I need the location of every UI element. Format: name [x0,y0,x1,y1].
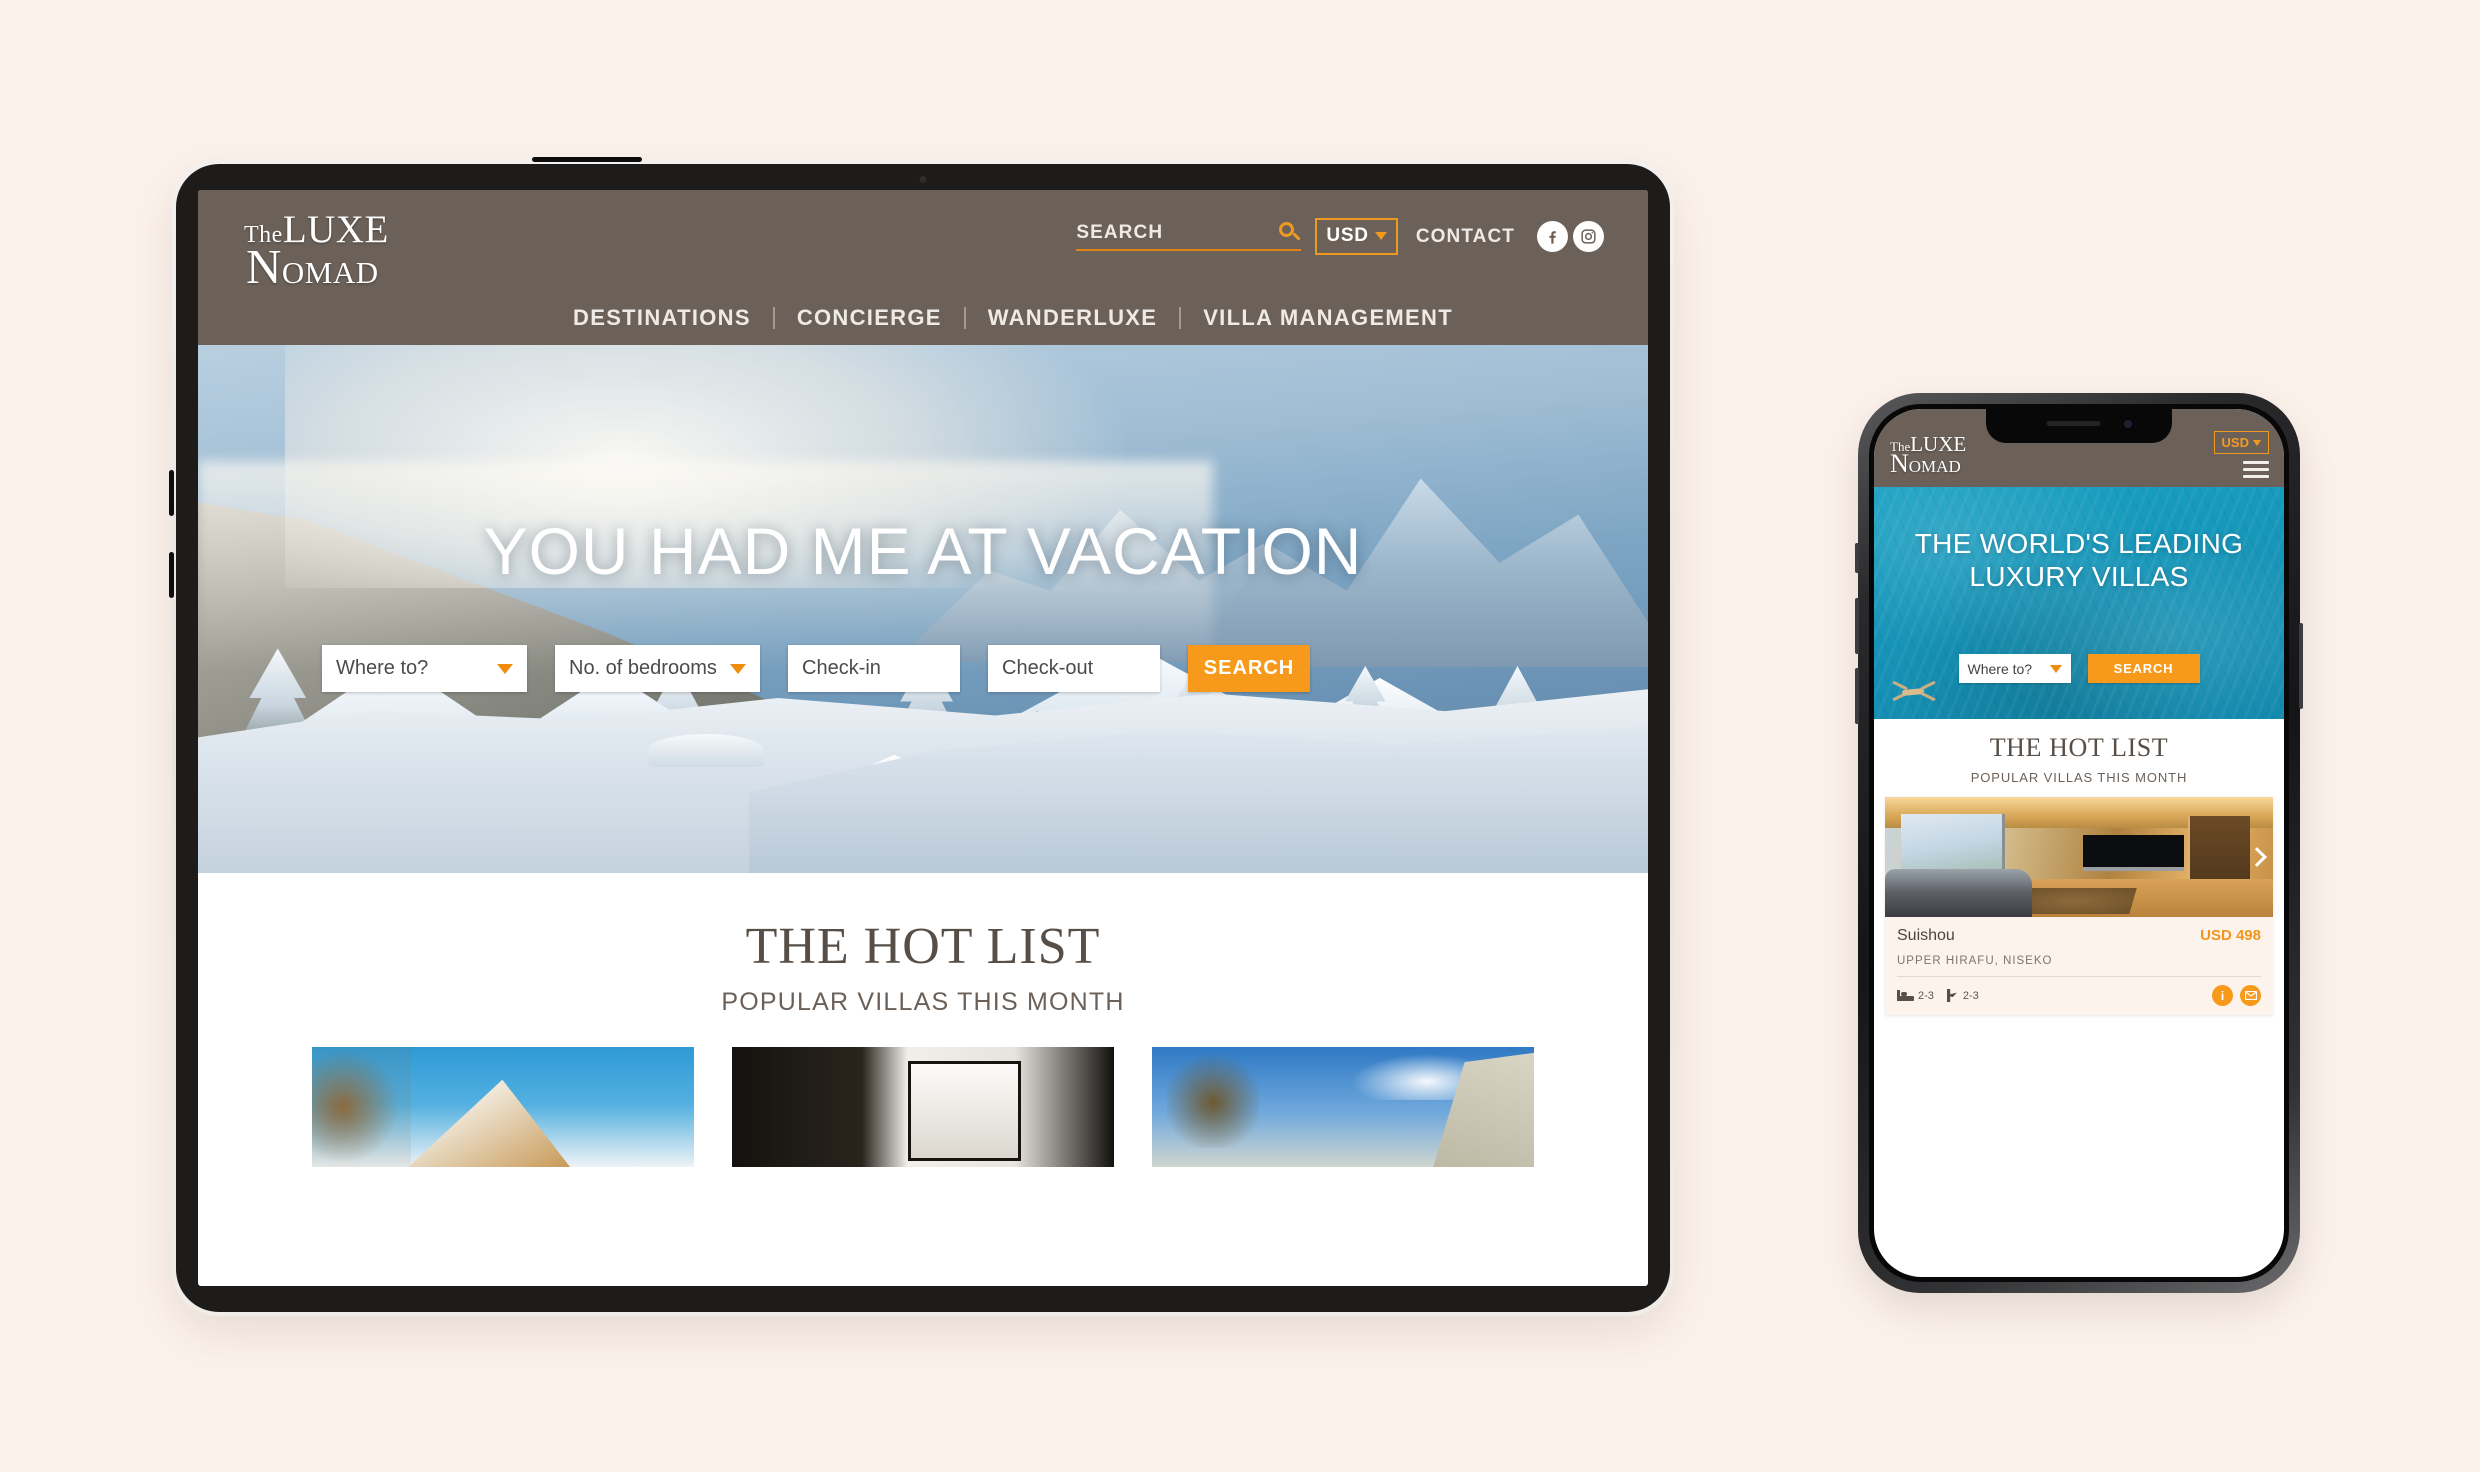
phone-volume-up-button[interactable] [1855,598,1859,654]
mobile-hero-title: THE WORLD'S LEADING LUXURY VILLAS [1914,528,2244,593]
tablet-volume-up-button[interactable] [169,470,174,516]
logo-nomad-rest: OMAD [281,254,379,290]
main-navigation: DESTINATIONS CONCIERGE WANDERLUXE VILLA … [198,305,1648,331]
hot-list-section: THE HOT LIST POPULAR VILLAS THIS MONTH [198,873,1648,1167]
checkin-field[interactable]: Check-in [788,645,960,692]
bed-icon [1897,990,1914,1001]
header-utilities: SEARCH USD CONTACT [1076,218,1604,255]
tablet-device: TheLUXE NOMAD SEARCH USD CONTACT DESTINA… [169,157,1674,1316]
hero-title: YOU HAD ME AT VACATION [483,514,1363,588]
bedrooms-select[interactable]: No. of bedrooms [555,645,760,692]
logo-nomad-n: N [1890,448,1909,478]
nav-item-villa-management[interactable]: VILLA MANAGEMENT [1181,305,1475,331]
contact-link[interactable]: CONTACT [1416,226,1515,248]
phone-device: TheLUXE NOMAD USD THE WORLD'S LEADING LU… [1855,393,2303,1293]
mobile-currency-selector[interactable]: USD [2213,431,2269,454]
search-button[interactable]: SEARCH [1188,645,1310,692]
hero-section: YOU HAD ME AT VACATION Where to? No. of … [198,345,1648,873]
nav-item-destinations[interactable]: DESTINATIONS [551,305,773,331]
search-label: SEARCH [1076,222,1164,243]
mobile-search-form: Where to? SEARCH [1874,654,2284,683]
divider [1897,976,2261,977]
villa-name: Suishou [1897,927,1955,944]
villa-card-actions: i [2212,985,2261,1006]
search-input[interactable]: SEARCH [1076,222,1302,251]
villa-price: USD 498 [2200,927,2261,944]
phone-power-button[interactable] [2299,623,2303,709]
tablet-front-camera [919,176,927,183]
where-to-value: Where to? [1967,660,2033,677]
checkout-placeholder: Check-out [1002,657,1094,679]
mobile-hot-list-title: THE HOT LIST [1989,733,2169,762]
phone-screen: TheLUXE NOMAD USD THE WORLD'S LEADING LU… [1874,409,2284,1277]
mobile-where-to-select[interactable]: Where to? [1958,654,2071,683]
phone-volume-down-button[interactable] [1855,668,1859,724]
chevron-down-icon [2253,439,2261,446]
villa-location: UPPER HIRAFU, NISEKO [1897,955,2053,967]
nav-item-wanderluxe[interactable]: WANDERLUXE [966,305,1179,331]
villa-bedrooms-spec: 2-3 [1897,990,1934,1002]
instagram-icon[interactable] [1573,221,1604,252]
currency-selector[interactable]: USD [1315,218,1398,255]
villa-card-image [1885,797,2273,917]
villa-guests-value: 2-3 [1962,989,1979,1002]
chevron-down-icon [730,663,746,674]
where-to-value: Where to? [336,657,429,679]
villa-thumb-card[interactable] [312,1047,694,1167]
mail-icon[interactable] [2240,985,2261,1006]
checkout-field[interactable]: Check-out [988,645,1160,692]
hot-list-cards [198,1047,1648,1167]
where-to-select[interactable]: Where to? [322,645,527,692]
phone-mute-switch[interactable] [1855,543,1859,573]
tablet-screen: TheLUXE NOMAD SEARCH USD CONTACT DESTINA… [198,190,1648,1286]
checkin-placeholder: Check-in [802,657,881,679]
hero-background-image [198,345,1648,873]
swimmer-figure [1890,680,1938,703]
currency-value: USD [1326,225,1369,246]
phone-front-camera [2124,420,2132,428]
logo-nomad-rest: OMAD [1908,456,1961,476]
currency-value: USD [2221,435,2249,450]
tablet-bezel: TheLUXE NOMAD SEARCH USD CONTACT DESTINA… [176,164,1670,1312]
villa-thumb-card[interactable] [1152,1047,1534,1167]
search-icon[interactable] [1279,222,1302,244]
mobile-hot-list-subtitle: POPULAR VILLAS THIS MONTH [1970,770,2188,785]
phone-earpiece [2046,421,2101,426]
logo[interactable]: TheLUXE NOMAD [244,210,389,291]
tablet-volume-down-button[interactable] [169,552,174,598]
facebook-icon[interactable] [1537,221,1568,252]
chevron-right-icon[interactable] [2248,849,2264,865]
phone-notch [1986,409,2172,443]
villa-thumb-card[interactable] [732,1047,1114,1167]
info-icon[interactable]: i [2212,985,2233,1006]
site-header: TheLUXE NOMAD SEARCH USD CONTACT DESTINA… [198,190,1648,345]
mobile-hero-section: THE WORLD'S LEADING LUXURY VILLAS Where … [1874,487,2284,719]
hero-search-form: Where to? No. of bedrooms Check-in Check… [322,645,1310,692]
phone-bezel: TheLUXE NOMAD USD THE WORLD'S LEADING LU… [1869,404,2289,1282]
person-icon [1946,989,1959,1002]
villa-bedrooms-value: 2-3 [1918,989,1934,1002]
mobile-hot-list-section: THE HOT LIST POPULAR VILLAS THIS MONTH S… [1874,719,2284,1015]
chevron-down-icon [1374,232,1387,240]
nav-item-concierge[interactable]: CONCIERGE [775,305,964,331]
villa-guests-spec: 2-3 [1946,989,1979,1002]
logo-nomad-n: N [246,238,282,294]
page-canvas: TheLUXE NOMAD SEARCH USD CONTACT DESTINA… [0,0,2480,1472]
villa-card-body: Suishou USD 498 UPPER HIRAFU, NISEKO 2-3 [1885,917,2273,1015]
chevron-down-icon [2049,664,2062,673]
mobile-search-button[interactable]: SEARCH [2087,654,2200,683]
chevron-down-icon [497,663,513,674]
villa-specs: 2-3 2-3 i [1897,985,2261,1006]
hot-list-title: THE HOT LIST [745,918,1101,975]
bedrooms-value: No. of bedrooms [569,657,717,679]
villa-card[interactable]: Suishou USD 498 UPPER HIRAFU, NISEKO 2-3 [1885,797,2273,1015]
hamburger-menu-icon[interactable] [2243,461,2269,482]
hot-list-subtitle: POPULAR VILLAS THIS MONTH [721,988,1125,1016]
tablet-top-antenna-band [532,157,642,162]
